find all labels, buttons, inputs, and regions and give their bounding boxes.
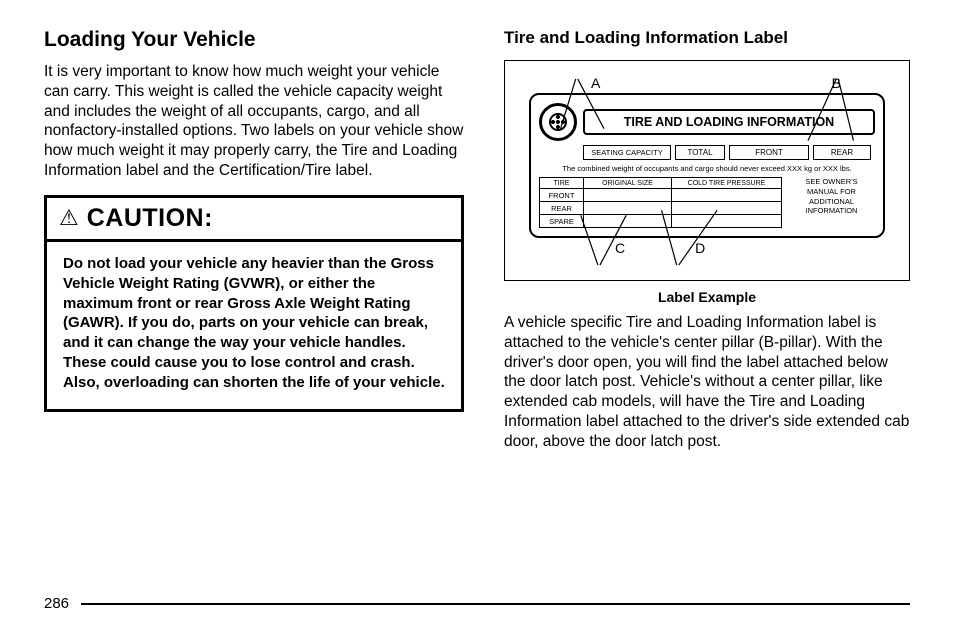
caution-box: ⚠ CAUTION: Do not load your vehicle any … xyxy=(44,195,464,412)
page-number: 286 xyxy=(44,595,69,612)
placard-title: TIRE AND LOADING INFORMATION xyxy=(583,109,875,135)
tire-table: TIRE ORIGINAL SIZE COLD TIRE PRESSURE FR… xyxy=(539,177,782,228)
row-spare: SPARE xyxy=(540,215,584,228)
caution-header: ⚠ CAUTION: xyxy=(47,198,461,242)
heading-label: Tire and Loading Information Label xyxy=(504,28,910,48)
label-location-paragraph: A vehicle specific Tire and Loading Info… xyxy=(504,313,910,452)
marker-a: A xyxy=(591,75,600,91)
marker-b: B xyxy=(832,75,841,91)
seating-total: TOTAL xyxy=(675,145,725,160)
th-size: ORIGINAL SIZE xyxy=(584,178,672,189)
label-placard: TIRE AND LOADING INFORMATION SEATING CAP… xyxy=(529,93,885,238)
weight-statement: The combined weight of occupants and car… xyxy=(539,164,875,173)
seating-label: SEATING CAPACITY xyxy=(583,145,671,160)
caution-title: CAUTION: xyxy=(87,204,213,233)
heading-loading: Loading Your Vehicle xyxy=(44,28,464,52)
intro-paragraph: It is very important to know how much we… xyxy=(44,62,464,181)
page-footer: 286 xyxy=(44,595,910,612)
th-pressure: COLD TIRE PRESSURE xyxy=(672,178,782,189)
owners-manual-note: SEE OWNER'S MANUAL FOR ADDITIONAL INFORM… xyxy=(788,177,875,228)
seating-rear: REAR xyxy=(813,145,871,160)
th-tire: TIRE xyxy=(540,178,584,189)
seating-front: FRONT xyxy=(729,145,809,160)
marker-d: D xyxy=(695,240,705,256)
caution-body: Do not load your vehicle any heavier tha… xyxy=(47,242,461,409)
footer-rule xyxy=(81,603,910,605)
label-diagram: A B TIRE AND LOADING INFORMATION SEATING… xyxy=(504,60,910,281)
warning-icon: ⚠ xyxy=(59,207,79,229)
tire-icon xyxy=(539,103,577,141)
row-front: FRONT xyxy=(540,189,584,202)
marker-c: C xyxy=(615,240,625,256)
row-rear: REAR xyxy=(540,202,584,215)
seating-row: SEATING CAPACITY TOTAL FRONT REAR xyxy=(583,145,875,160)
diagram-caption: Label Example xyxy=(504,289,910,305)
